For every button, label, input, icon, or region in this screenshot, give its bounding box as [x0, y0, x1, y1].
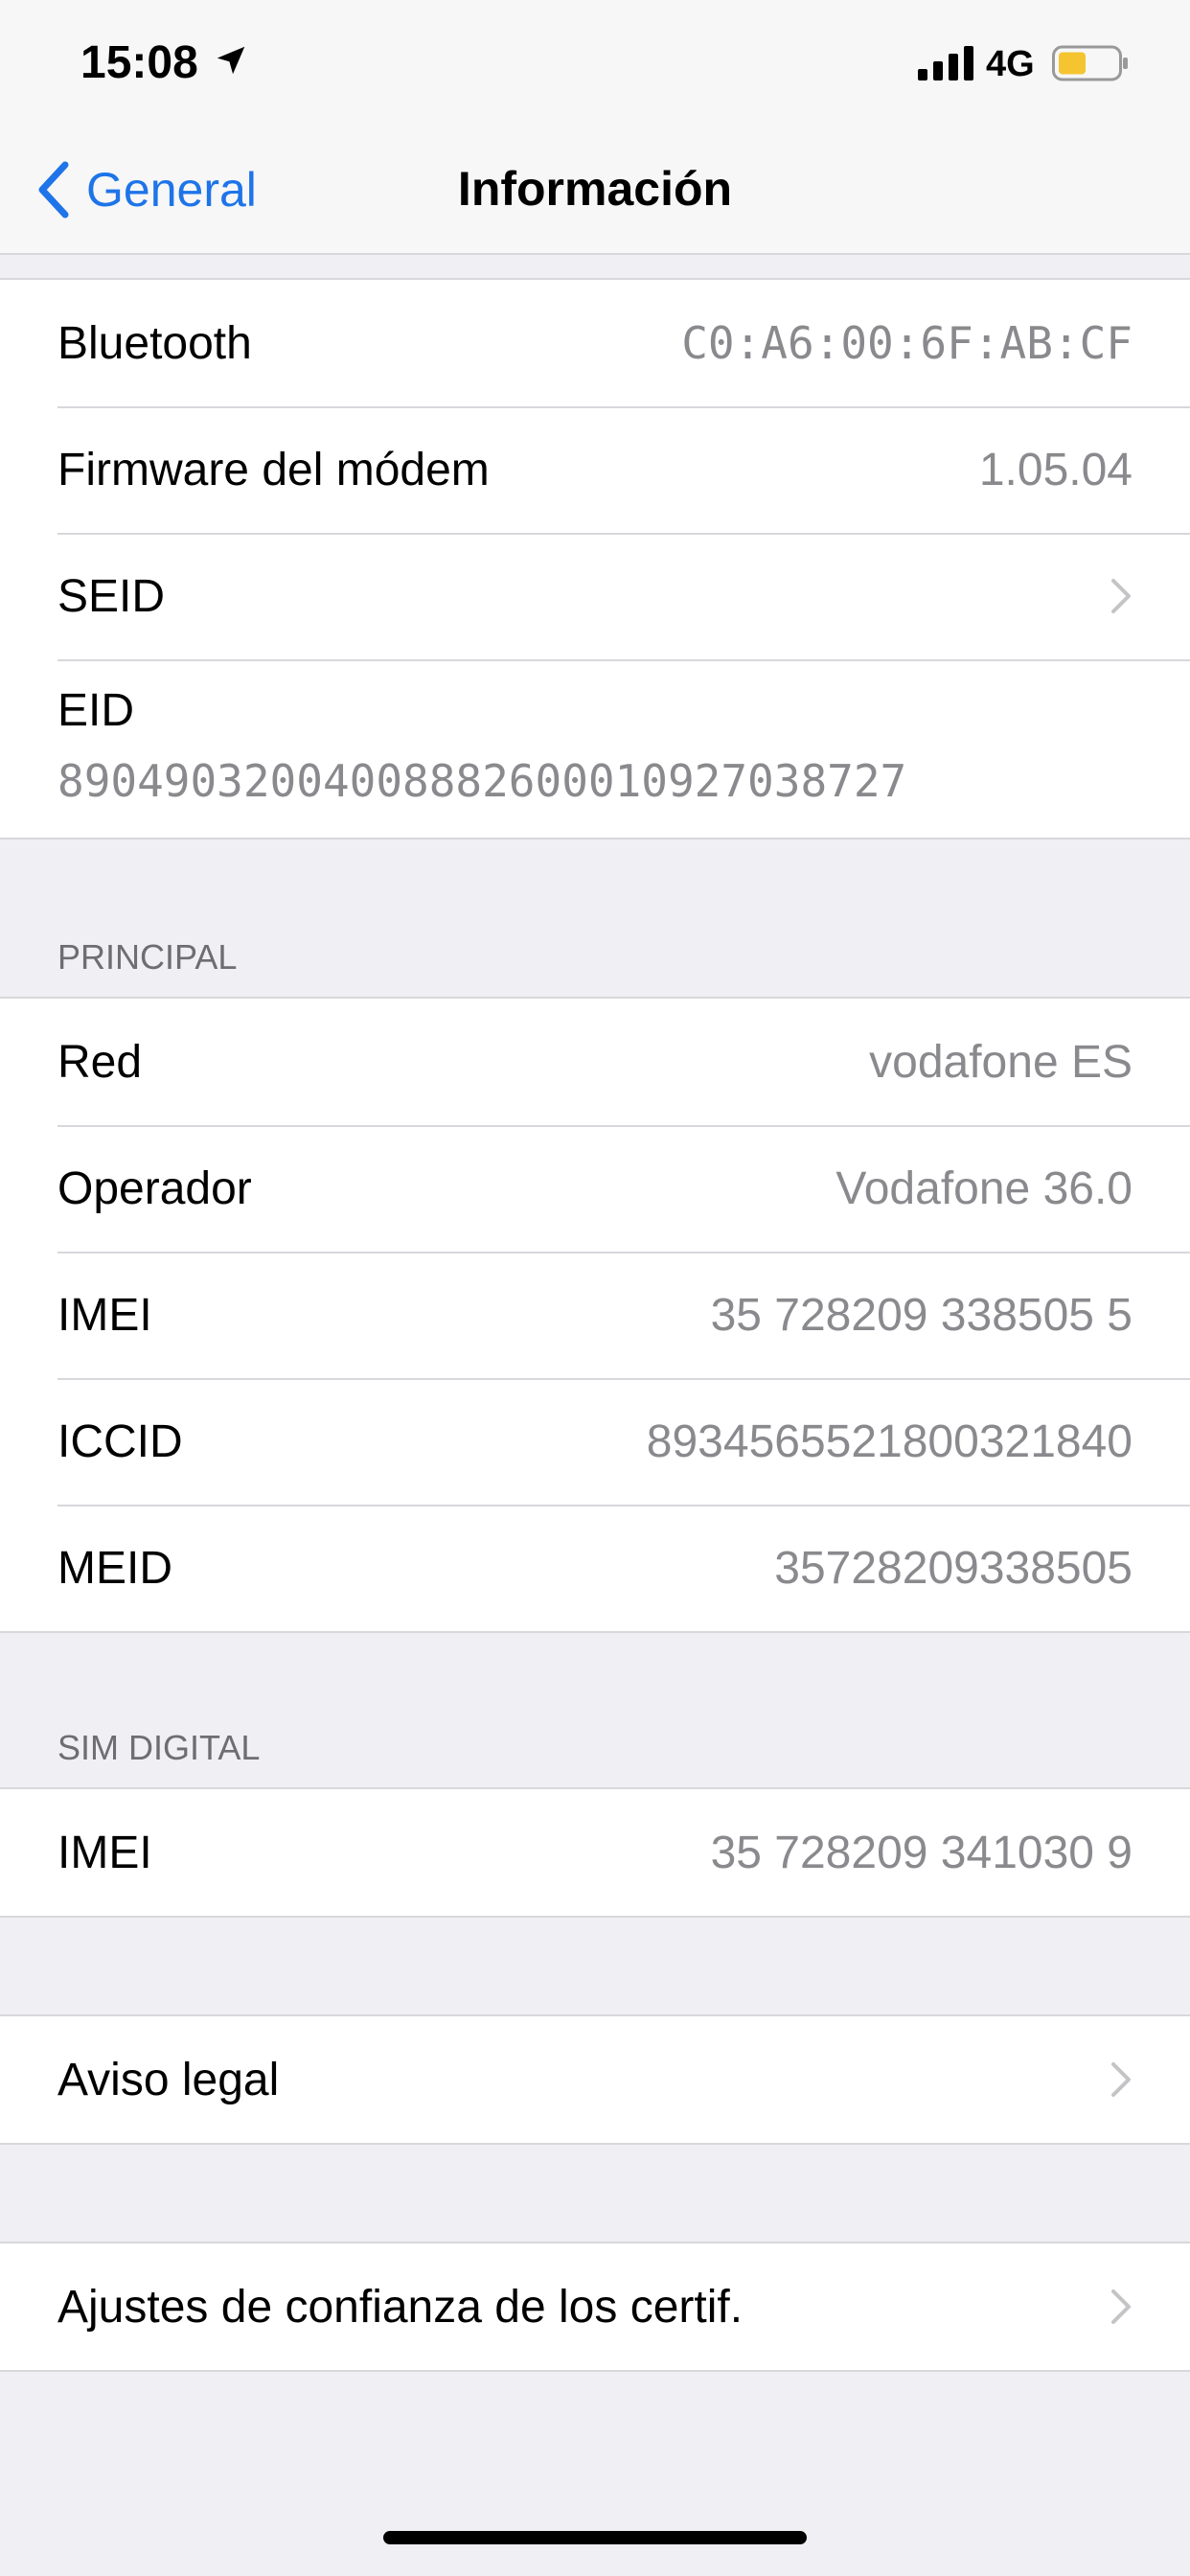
seid-row[interactable]: SEID [0, 533, 1190, 659]
chevron-right-icon [1111, 2062, 1131, 2097]
status-bar: 15:08 4G [0, 0, 1190, 125]
row-label: IMEI [57, 1827, 152, 1878]
row-value: 1.05.04 [978, 444, 1133, 495]
row-label: Operador [57, 1162, 252, 1214]
row-value: 89049032004008882600010927038727 [57, 755, 907, 807]
imei-row: IMEI 35 728209 341030 9 [0, 1789, 1190, 1916]
row-value: 35728209338505 [774, 1542, 1133, 1594]
row-value: C0:A6:00:6F:AB:CF [681, 317, 1133, 369]
certificate-section: Ajustes de confianza de los certif. [0, 2242, 1190, 2372]
row-label: MEID [57, 1542, 172, 1594]
certificate-trust-row[interactable]: Ajustes de confianza de los certif. [0, 2243, 1190, 2370]
status-time: 15:08 [80, 37, 198, 88]
chevron-right-icon [1111, 579, 1131, 613]
chevron-right-icon [1111, 2289, 1131, 2324]
principal-section: Red vodafone ES Operador Vodafone 36.0 I… [0, 997, 1190, 1633]
row-label: Ajustes de confianza de los certif. [57, 2281, 744, 2333]
meid-row: MEID 35728209338505 [0, 1505, 1190, 1631]
page-title: Información [457, 162, 733, 216]
battery-icon [1052, 45, 1128, 81]
section-header-principal: PRINCIPAL [57, 937, 238, 977]
imei-row: IMEI 35 728209 338505 5 [0, 1252, 1190, 1378]
network-type: 4G [986, 44, 1035, 84]
row-label: IMEI [57, 1289, 152, 1341]
legal-section: Aviso legal [0, 2014, 1190, 2145]
location-arrow-icon [217, 46, 245, 75]
sim-digital-section: IMEI 35 728209 341030 9 [0, 1787, 1190, 1918]
row-label: Red [57, 1036, 143, 1088]
row-value: vodafone ES [869, 1036, 1133, 1088]
bluetooth-row: Bluetooth C0:A6:00:6F:AB:CF [0, 280, 1190, 406]
row-label: SEID [57, 570, 166, 622]
eid-row: EID 89049032004008882600010927038727 [0, 659, 1190, 838]
row-value: 8934565521800321840 [646, 1415, 1133, 1467]
row-value: 35 728209 341030 9 [710, 1827, 1133, 1878]
iccid-row: ICCID 8934565521800321840 [0, 1378, 1190, 1505]
section-header-sim-digital: SIM DIGITAL [57, 1728, 261, 1767]
row-value: 35 728209 338505 5 [710, 1289, 1133, 1341]
signal-bars-icon [918, 46, 973, 80]
row-label: ICCID [57, 1415, 183, 1467]
row-label: Bluetooth [57, 317, 252, 369]
carrier-row: Operador Vodafone 36.0 [0, 1125, 1190, 1252]
row-value: Vodafone 36.0 [835, 1162, 1133, 1214]
home-indicator[interactable] [383, 2531, 807, 2544]
network-row: Red vodafone ES [0, 999, 1190, 1125]
device-info-section: Bluetooth C0:A6:00:6F:AB:CF Firmware del… [0, 278, 1190, 840]
legal-notice-row[interactable]: Aviso legal [0, 2016, 1190, 2143]
modem-firmware-row: Firmware del módem 1.05.04 [0, 406, 1190, 533]
row-label: EID [57, 685, 135, 736]
row-label: Firmware del módem [57, 444, 490, 495]
row-label: Aviso legal [57, 2054, 280, 2105]
navigation-bar: General Información [0, 125, 1190, 255]
